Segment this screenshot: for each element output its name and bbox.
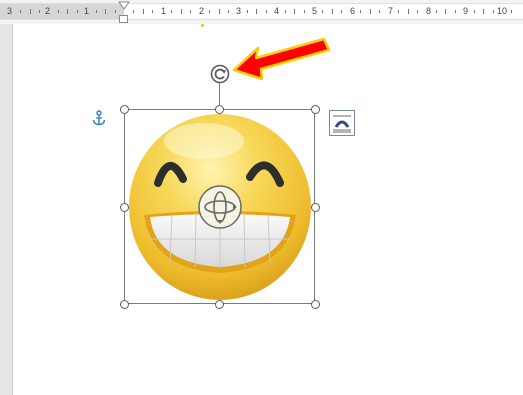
resize-handle-bottom-left[interactable] [120, 300, 129, 309]
ruler-tick [209, 10, 210, 13]
ruler-tick [96, 10, 97, 13]
ruler-tick [408, 9, 409, 14]
ruler-tick [332, 9, 333, 14]
ruler-tick [493, 10, 494, 13]
ruler-tick [417, 10, 418, 13]
ruler-strip[interactable]: 3 2 1 1 2 3 4 5 6 7 8 9 10 [0, 3, 523, 20]
ruler-number: 10 [497, 6, 508, 16]
ruler-tick [256, 9, 257, 14]
ruler-tick [360, 10, 361, 13]
cursor-mark [201, 24, 204, 27]
anchor-icon [92, 110, 106, 126]
red-arrow-annotation [232, 37, 331, 81]
ruler-number: 8 [426, 6, 432, 16]
ruler-number: 3 [7, 6, 13, 16]
ruler-tick [39, 10, 40, 13]
move-handle-icon[interactable] [198, 185, 242, 229]
layout-options-button[interactable] [329, 110, 355, 136]
ruler-tick [20, 10, 21, 13]
ruler-number: 2 [199, 6, 205, 16]
ruler-number: 1 [161, 6, 167, 16]
horizontal-ruler[interactable]: 3 2 1 1 2 3 4 5 6 7 8 9 10 [0, 0, 523, 24]
left-margin-area [0, 24, 12, 395]
resize-handle-bottom-right[interactable] [311, 300, 320, 309]
rotate-handle-icon[interactable] [210, 64, 230, 84]
ruler-tick [511, 10, 512, 13]
ruler-tick [58, 10, 59, 13]
ruler-tick [483, 9, 484, 14]
rotation-connector [219, 82, 220, 106]
resize-handle-bottom[interactable] [215, 300, 224, 309]
ruler-number: 2 [45, 6, 51, 16]
ruler-number: 1 [84, 6, 90, 16]
ruler-tick [247, 10, 248, 13]
ruler-tick [77, 10, 78, 13]
ruler-number: 9 [463, 6, 469, 16]
ruler-tick [143, 9, 144, 14]
ruler-number: 5 [312, 6, 318, 16]
ruler-tick [370, 9, 371, 14]
ruler-tick [379, 10, 380, 13]
ruler-number: 3 [236, 6, 242, 16]
ruler-tick [219, 9, 220, 14]
ruler-tick [294, 9, 295, 14]
ruler-tick [105, 9, 106, 14]
ruler-tick [133, 10, 134, 13]
ruler-tick [322, 10, 323, 13]
resize-handle-top-left[interactable] [120, 105, 129, 114]
ruler-tick [445, 9, 446, 14]
ruler-number: 7 [388, 6, 394, 16]
ruler-tick [228, 10, 229, 13]
ruler-tick [181, 9, 182, 14]
left-indent-marker[interactable] [119, 15, 128, 23]
ruler-number: 4 [274, 6, 280, 16]
ruler-tick [30, 9, 31, 14]
ruler-tick [266, 10, 267, 13]
ruler-tick [115, 10, 116, 13]
ruler-tick [152, 10, 153, 13]
ruler-tick [398, 10, 399, 13]
layout-options-icon [333, 115, 351, 133]
ruler-tick [436, 10, 437, 13]
resize-handle-left[interactable] [120, 203, 129, 212]
ruler-tick [171, 10, 172, 13]
ruler-tick [285, 10, 286, 13]
ruler-number: 6 [350, 6, 356, 16]
ruler-tick [190, 10, 191, 13]
ruler-tick [455, 10, 456, 13]
resize-handle-top-right[interactable] [311, 105, 320, 114]
ruler-tick [67, 9, 68, 14]
resize-handle-right[interactable] [311, 203, 320, 212]
ruler-tick [474, 10, 475, 13]
resize-handle-top[interactable] [215, 105, 224, 114]
ruler-tick [304, 10, 305, 13]
first-line-indent-marker[interactable] [118, 1, 130, 10]
ruler-tick [341, 10, 342, 13]
